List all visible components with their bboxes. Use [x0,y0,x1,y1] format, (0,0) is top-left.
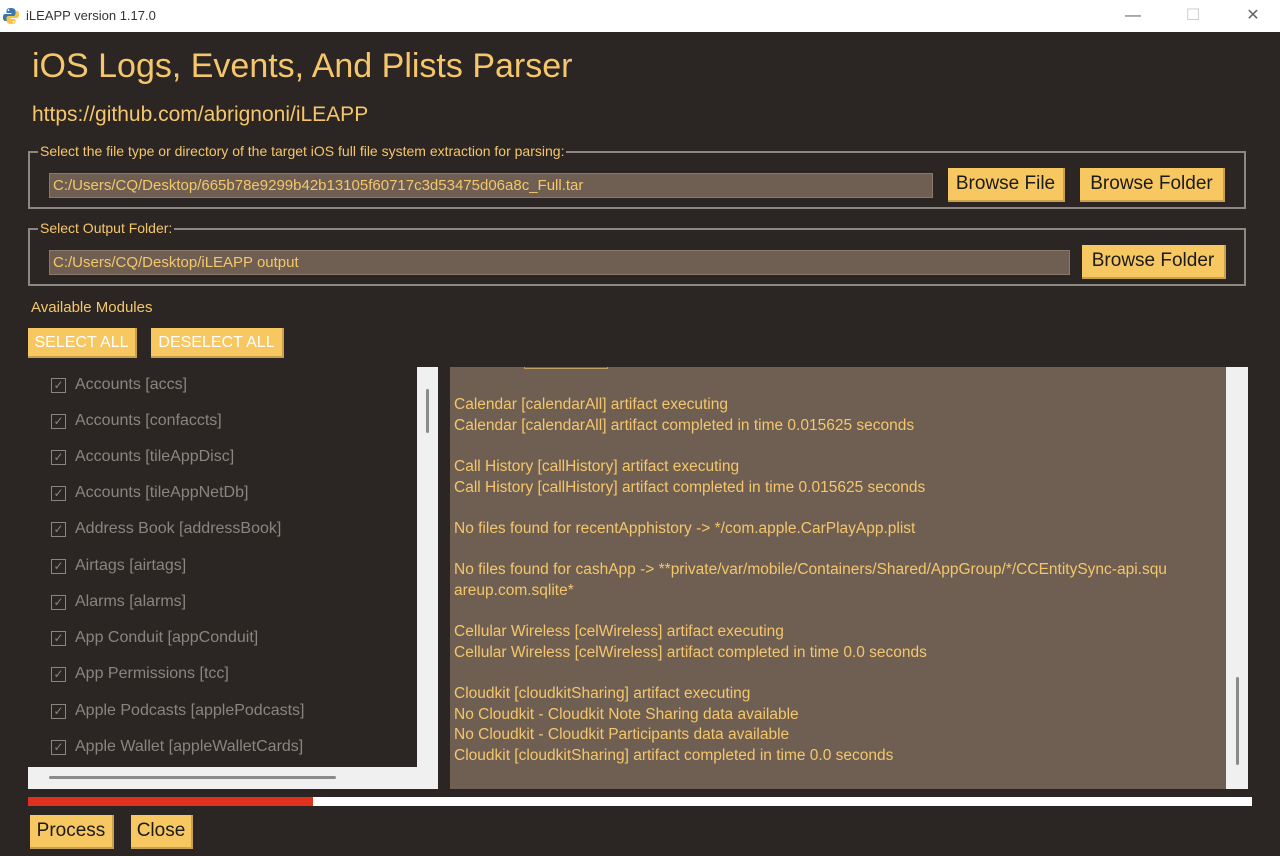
checkbox-checked-icon[interactable]: ✓ [51,739,66,755]
module-label: Apple Wallet [appleWalletCards] [75,738,304,755]
module-item[interactable]: ✓ Accounts [accs] [51,373,187,397]
output-path-field[interactable]: C:/Users/CQ/Desktop/iLEAPP output [49,250,1070,275]
module-item[interactable]: ✓ App Permissions [tcc] [51,662,229,686]
module-item[interactable]: ✓ Accounts [tileAppNetDb] [51,481,248,505]
module-label: Accounts [confaccts] [75,412,222,429]
available-modules-label: Available Modules [31,299,153,316]
checkbox-checked-icon[interactable]: ✓ [51,449,66,465]
minimize-button[interactable]: — [1110,0,1156,32]
deselect-all-button[interactable]: DESELECT ALL [151,328,284,358]
output-group-legend: Select Output Folder: [38,220,175,236]
module-label: App Conduit [appConduit] [75,629,259,646]
input-path-field[interactable]: C:/Users/CQ/Desktop/665b78e9299b42b13105… [49,173,933,198]
module-item[interactable]: ✓ Apple Podcasts [applePodcasts] [51,699,304,723]
scrollbar-thumb[interactable] [1236,677,1239,765]
log-line: Cellular Wireless [celWireless] artifact… [454,644,927,661]
log-line: Call History [callHistory] artifact comp… [454,479,926,496]
progress-bar [28,797,1252,806]
log-output-panel[interactable]: Calendar [calendarAll] artifact executin… [450,367,1226,789]
module-list-horizontal-scrollbar[interactable] [28,767,417,789]
browse-output-folder-button[interactable]: Browse Folder [1082,245,1226,279]
scrollbar-thumb[interactable] [49,776,336,779]
log-line: areup.com.sqlite* [454,582,574,599]
process-button[interactable]: Process [30,815,114,849]
module-item[interactable]: ✓ Accounts [tileAppDisc] [51,445,234,469]
module-label: Address Book [addressBook] [75,520,282,537]
module-item[interactable]: ✓ Address Book [addressBook] [51,517,281,541]
scrollbar-thumb[interactable] [426,389,429,433]
maximize-button[interactable]: ☐ [1170,0,1216,32]
page-title: iOS Logs, Events, And Plists Parser [32,47,573,85]
checkbox-checked-icon[interactable]: ✓ [51,703,66,719]
log-line: No Cloudkit - Cloudkit Note Sharing data… [454,706,799,723]
clipped-previous-line [524,367,608,369]
checkbox-checked-icon[interactable]: ✓ [51,594,66,610]
checkbox-checked-icon[interactable]: ✓ [51,377,66,393]
python-icon [3,8,19,24]
checkbox-checked-icon[interactable]: ✓ [51,413,66,429]
log-line: No files found for cashApp -> **private/… [454,561,1167,578]
log-line: Calendar [calendarAll] artifact complete… [454,417,915,434]
log-line: Call History [callHistory] artifact exec… [454,458,740,475]
title-bar: iLEAPP version 1.17.0 — ☐ ✕ [0,0,1280,32]
module-item[interactable]: ✓ App Conduit [appConduit] [51,626,258,650]
project-url: https://github.com/abrignoni/iLEAPP [32,103,369,126]
window-title: iLEAPP version 1.17.0 [26,8,156,23]
progress-bar-fill [28,797,314,806]
close-button[interactable]: Close [131,815,193,849]
module-list: ✓ Accounts [accs] ✓ Accounts [confaccts]… [28,367,417,767]
checkbox-checked-icon[interactable]: ✓ [51,666,66,682]
log-line: Calendar [calendarAll] artifact executin… [454,396,728,413]
module-item[interactable]: ✓ Apple Wallet [appleWalletCards] [51,735,303,759]
module-label: Airtags [airtags] [75,557,187,574]
close-window-button[interactable]: ✕ [1230,0,1276,32]
checkbox-checked-icon[interactable]: ✓ [51,521,66,537]
module-label: Accounts [tileAppDisc] [75,448,235,465]
checkbox-checked-icon[interactable]: ✓ [51,630,66,646]
log-line: Cloudkit [cloudkitSharing] artifact comp… [454,747,894,764]
input-group-legend: Select the file type or directory of the… [38,143,567,159]
module-label: Accounts [accs] [75,376,188,393]
module-label: App Permissions [tcc] [75,665,229,682]
module-label: Alarms [alarms] [75,593,187,610]
log-vertical-scrollbar[interactable] [1226,367,1248,789]
checkbox-checked-icon[interactable]: ✓ [51,558,66,574]
module-item[interactable]: ✓ Airtags [airtags] [51,554,186,578]
browse-input-folder-button[interactable]: Browse Folder [1080,168,1225,202]
log-line: Cellular Wireless [celWireless] artifact… [454,623,784,640]
browse-file-button[interactable]: Browse File [948,168,1065,202]
module-item[interactable]: ✓ Alarms [alarms] [51,590,186,614]
module-item[interactable]: ✓ Accounts [confaccts] [51,409,222,433]
checkbox-checked-icon[interactable]: ✓ [51,485,66,501]
module-label: Accounts [tileAppNetDb] [75,484,249,501]
select-all-button[interactable]: SELECT ALL [28,328,137,358]
module-list-vertical-scrollbar[interactable] [417,367,438,789]
log-line: No files found for recentApphistory -> *… [454,520,916,537]
module-label: Apple Podcasts [applePodcasts] [75,702,305,719]
log-line: No Cloudkit - Cloudkit Participants data… [454,726,790,743]
log-line: Cloudkit [cloudkitSharing] artifact exec… [454,685,751,702]
